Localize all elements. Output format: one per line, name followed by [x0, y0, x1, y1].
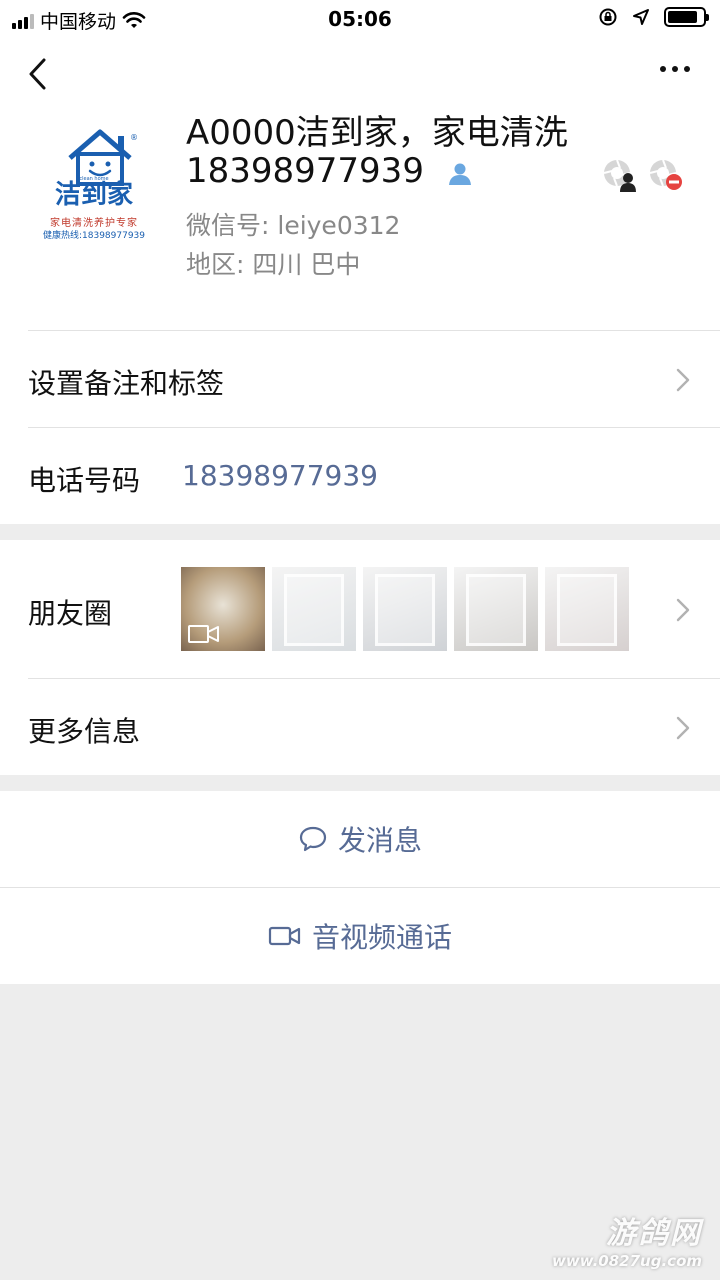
set-remark-row[interactable]: 设置备注和标签 — [0, 330, 720, 427]
moment-thumb-3[interactable] — [363, 567, 447, 651]
watermark-url: www.0827ug.com — [552, 1252, 702, 1270]
moment-thumb-5[interactable] — [545, 567, 629, 651]
hide-my-moments-icon — [603, 159, 636, 192]
profile-name-line2: 18398977939 — [186, 151, 424, 191]
moment-thumb-4[interactable] — [454, 567, 538, 651]
send-message-button[interactable]: 发消息 — [0, 791, 720, 887]
divider — [28, 330, 720, 331]
phone-number-link[interactable]: 18398977939 — [182, 459, 378, 492]
back-icon[interactable] — [24, 56, 54, 92]
more-info-row[interactable]: 更多信息 — [0, 678, 720, 775]
moment-thumb-1[interactable] — [181, 567, 265, 651]
divider — [28, 427, 720, 428]
chevron-right-icon — [676, 716, 690, 740]
region: 地区: 四川 巴中 — [186, 250, 361, 279]
send-message-label: 发消息 — [337, 824, 422, 857]
video-call-label: 音视频通话 — [311, 921, 452, 954]
brand-hotline: 健康热线:18398977939 — [42, 231, 146, 241]
more-info-label: 更多信息 — [28, 715, 141, 748]
moments-thumbnails — [181, 567, 629, 651]
status-bar: 中国移动 05:06 — [0, 0, 720, 40]
watermark: 游鸽网 www.0827ug.com — [552, 1208, 702, 1270]
moment-thumb-2[interactable] — [272, 567, 356, 651]
battery-icon — [664, 7, 709, 27]
video-camera-icon — [268, 926, 301, 946]
block-their-moments-icon — [649, 159, 682, 190]
brand-name: 洁到家 — [54, 180, 133, 210]
video-call-button[interactable]: 音视频通话 — [0, 887, 720, 984]
contact-person-icon — [449, 163, 471, 185]
avatar[interactable]: ® clean home 洁到家 家电清洗养护专家 健康热线:183989779… — [30, 120, 158, 248]
chat-bubble-icon — [299, 826, 327, 852]
more-options-icon[interactable] — [660, 66, 690, 72]
location-icon — [633, 9, 649, 25]
phone-label: 电话号码 — [28, 464, 141, 497]
divider — [28, 678, 720, 679]
moments-permission-icons — [602, 158, 684, 192]
watermark-title: 游鸽网 — [606, 1216, 702, 1251]
photo-detail — [556, 573, 618, 646]
svg-text:®: ® — [130, 133, 138, 142]
set-remark-label: 设置备注和标签 — [28, 367, 225, 400]
brand-tagline: 家电清洗养护专家 — [50, 218, 138, 229]
profile-name-line1: A0000洁到家，家电清洗 — [186, 113, 568, 153]
moments-row[interactable]: 朋友圈 — [0, 540, 720, 678]
orientation-lock-icon — [599, 8, 617, 26]
phone-row: 电话号码 18398977939 — [0, 427, 720, 524]
photo-detail — [283, 573, 345, 646]
chevron-right-icon — [676, 368, 690, 392]
chevron-right-icon — [676, 598, 690, 622]
profile-name: A0000洁到家，家电清洗 18398977939 — [186, 114, 606, 190]
video-indicator-icon — [188, 625, 219, 643]
photo-detail — [374, 573, 436, 646]
wechat-id: 微信号: leiye0312 — [186, 211, 401, 240]
moments-label: 朋友圈 — [28, 597, 113, 630]
battery-fill — [668, 11, 697, 23]
moments-section: 朋友圈 更多信息 — [0, 540, 720, 775]
photo-detail — [465, 573, 527, 646]
